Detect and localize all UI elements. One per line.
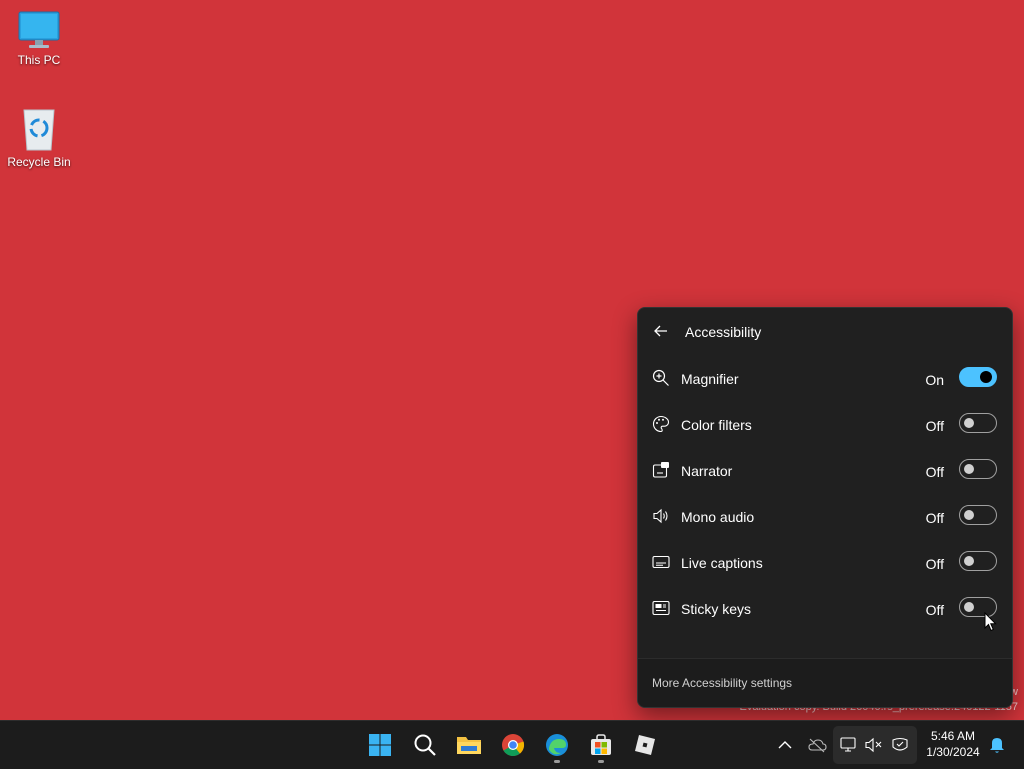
taskbar: 5:46 AM 1/30/2024 (0, 720, 1024, 769)
search-button[interactable] (407, 727, 443, 763)
chrome-button[interactable] (495, 727, 531, 763)
desktop-icon-label: Recycle Bin (7, 155, 71, 169)
clock[interactable]: 5:46 AM 1/30/2024 (920, 728, 986, 760)
edge-icon (546, 734, 568, 756)
chrome-icon (502, 734, 525, 756)
setting-state: On (925, 372, 944, 388)
setting-state: Off (925, 602, 944, 618)
recycle-bin-icon (23, 109, 55, 151)
keyboard-icon (652, 600, 670, 616)
magnifier-icon (652, 369, 669, 386)
running-indicator (554, 760, 560, 763)
toggle-knob (964, 510, 974, 520)
color-filters-toggle[interactable] (959, 413, 997, 433)
toggle-knob (964, 602, 974, 612)
narrator-toggle[interactable] (959, 459, 997, 479)
quick-setting-narrator[interactable]: Narrator Off (638, 447, 1012, 493)
running-indicator (598, 760, 604, 763)
notifications-button[interactable] (987, 735, 1007, 755)
accessibility-tray-icon (890, 735, 910, 755)
toggle-knob (964, 556, 974, 566)
setting-label: Narrator (681, 463, 733, 479)
desktop-icon-label: This PC (17, 53, 61, 67)
network-icon (839, 735, 859, 755)
desktop-icon-this-pc[interactable]: This PC (1, 10, 77, 67)
clock-date: 1/30/2024 (926, 745, 980, 759)
bell-icon (990, 738, 1004, 753)
store-icon (591, 734, 611, 755)
live-captions-toggle[interactable] (959, 551, 997, 571)
setting-state: Off (925, 418, 944, 434)
accessibility-flyout: Accessibility Magnifier On Color filters… (637, 307, 1013, 708)
edge-button[interactable] (539, 727, 575, 763)
quick-setting-magnifier[interactable]: Magnifier On (638, 355, 1012, 401)
file-explorer-button[interactable] (451, 727, 487, 763)
setting-state: Off (925, 464, 944, 480)
more-accessibility-settings-link[interactable]: More Accessibility settings (652, 676, 792, 690)
magnifier-toggle[interactable] (959, 367, 997, 387)
setting-label: Sticky keys (681, 601, 752, 617)
microsoft-store-button[interactable] (583, 727, 619, 763)
flyout-footer: More Accessibility settings (638, 658, 1012, 707)
setting-label: Mono audio (681, 509, 755, 525)
speaker-icon (653, 508, 668, 524)
cloud-off-icon (808, 738, 827, 753)
setting-state: Off (925, 510, 944, 526)
quick-setting-color-filters[interactable]: Color filters Off (638, 401, 1012, 447)
arrow-left-icon (654, 325, 667, 337)
setting-label: Magnifier (681, 371, 739, 387)
desktop-icon-recycle-bin[interactable]: Recycle Bin (1, 106, 77, 169)
palette-icon (653, 415, 670, 433)
quick-setting-mono-audio[interactable]: Mono audio Off (638, 493, 1012, 539)
quick-setting-live-captions[interactable]: Live captions Off (638, 539, 1012, 585)
quick-setting-sticky-keys[interactable]: Sticky keys Off (638, 585, 1012, 631)
show-hidden-icons-button[interactable] (775, 735, 795, 755)
setting-label: Color filters (681, 417, 752, 433)
start-button[interactable] (362, 727, 398, 763)
monitor-icon (18, 11, 60, 48)
back-button[interactable] (650, 320, 672, 342)
clock-time: 5:46 AM (930, 729, 976, 743)
toggle-knob (964, 418, 974, 428)
setting-label: Live captions (681, 555, 763, 571)
roblox-button[interactable] (627, 727, 663, 763)
mouse-cursor-icon (984, 612, 997, 632)
mono-audio-toggle[interactable] (959, 505, 997, 525)
toggle-knob (964, 464, 974, 474)
roblox-icon (635, 735, 655, 755)
captions-icon (652, 555, 670, 569)
onedrive-button[interactable] (807, 735, 827, 755)
chevron-up-icon (778, 741, 792, 749)
setting-state: Off (925, 556, 944, 572)
flyout-header: Accessibility (638, 308, 1012, 354)
volume-muted-icon (864, 735, 884, 755)
flyout-title: Accessibility (685, 324, 762, 340)
windows-logo-icon (369, 734, 391, 756)
toggle-knob (980, 371, 992, 383)
folder-icon (457, 737, 481, 754)
search-icon (414, 734, 436, 756)
narrator-icon (652, 462, 669, 478)
